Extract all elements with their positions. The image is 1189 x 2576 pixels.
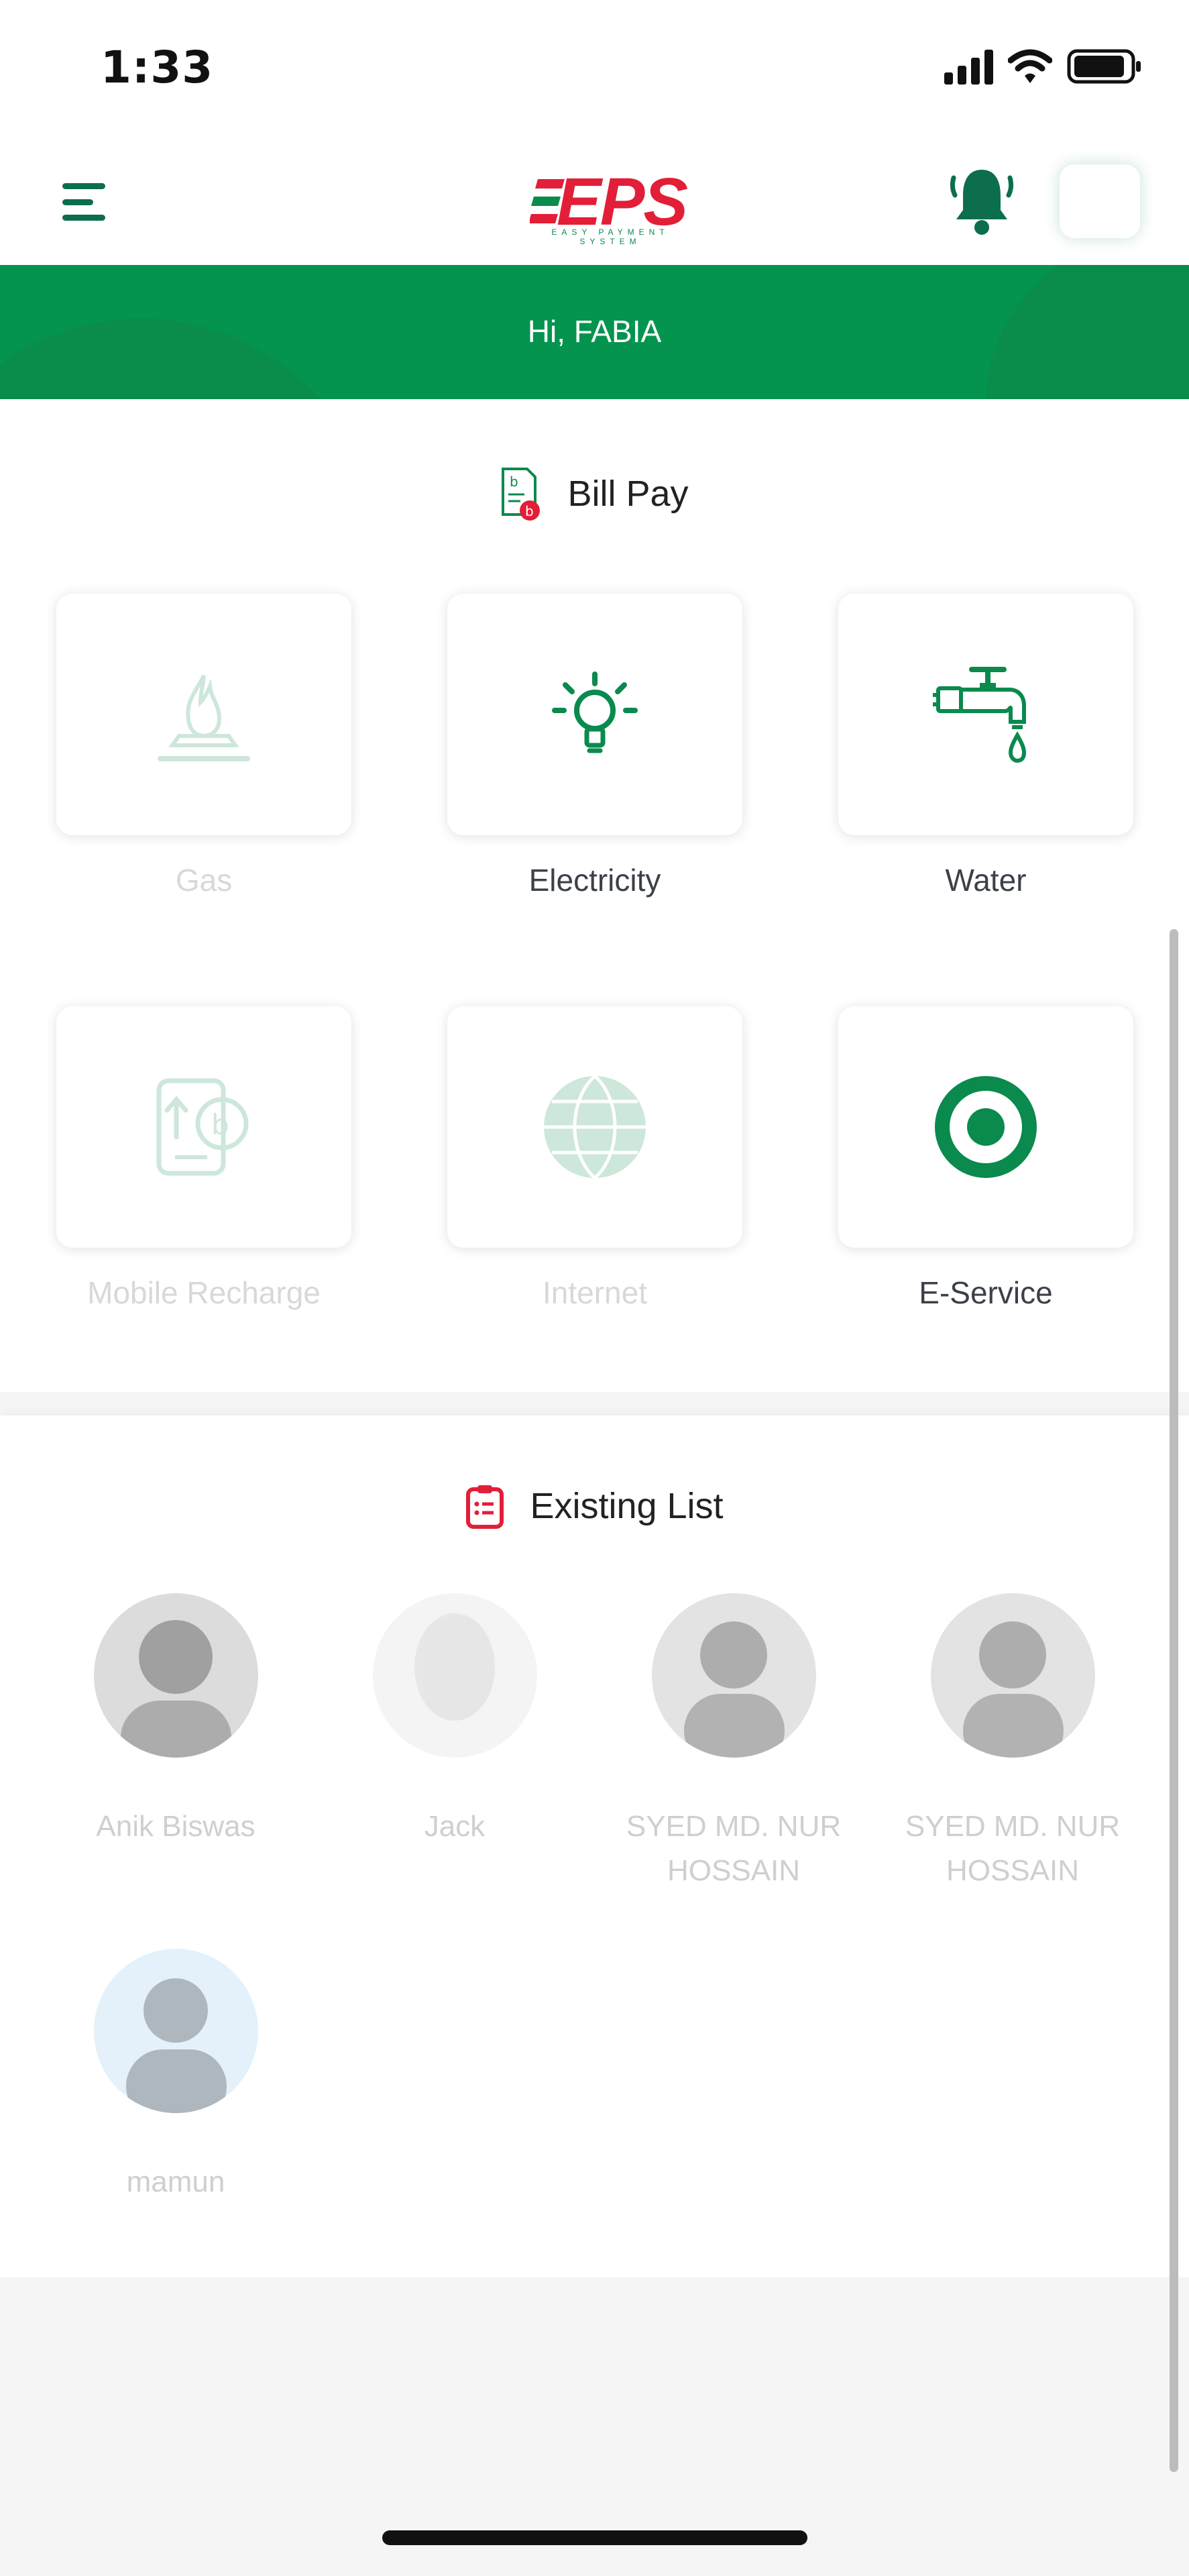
contact-name: Jack xyxy=(424,1810,486,1843)
cellular-signal-icon xyxy=(944,48,993,85)
logo-text: EPS xyxy=(557,164,688,239)
status-icons xyxy=(944,48,1142,85)
water-tap-icon xyxy=(933,667,1027,763)
electricity-tile[interactable] xyxy=(447,594,742,835)
existing-list-title-text: Existing List xyxy=(530,1486,724,1526)
mobile-recharge-label: Mobile Recharge xyxy=(87,1275,321,1310)
existing-list-section: Existing List Anik Biswas Jack SYED MD. … xyxy=(0,1415,1189,2277)
contact-name: Anik Biswas xyxy=(96,1810,256,1843)
contact-name: SYED MD. NUR HOSSAIN xyxy=(905,1810,1121,1887)
contact-item[interactable]: Anik Biswas xyxy=(48,1593,303,1849)
menu-icon[interactable] xyxy=(62,183,105,221)
bill-pay-title: b b Bill Pay xyxy=(0,466,1189,521)
app-header: EPS EASY PAYMENT SYSTEM xyxy=(0,138,1189,265)
gas-label: Gas xyxy=(175,863,233,898)
contact-avatar xyxy=(93,1949,258,2113)
internet-tile[interactable] xyxy=(447,1006,742,1248)
gas-tile[interactable] xyxy=(56,594,351,835)
notification-bell-icon[interactable] xyxy=(950,164,1014,238)
bill-pay-title-text: Bill Pay xyxy=(567,474,689,514)
water-label: Water xyxy=(945,863,1027,898)
mobile-recharge-tile[interactable]: b xyxy=(56,1006,351,1248)
gas-flame-icon xyxy=(158,674,250,761)
electricity-label: Electricity xyxy=(528,863,661,898)
svg-text:b: b xyxy=(510,474,518,490)
contact-name: mamun xyxy=(126,2165,225,2198)
vertical-scrollbar[interactable] xyxy=(1170,929,1178,2472)
contact-item[interactable]: Jack xyxy=(327,1593,582,1849)
status-bar: 1:33 xyxy=(0,0,1189,138)
eps-logo: EPS EASY PAYMENT SYSTEM xyxy=(530,164,691,246)
home-indicator[interactable] xyxy=(382,2530,807,2545)
contact-avatar xyxy=(93,1593,258,1758)
status-time: 1:33 xyxy=(101,42,214,93)
contact-name: SYED MD. NUR HOSSAIN xyxy=(626,1810,842,1887)
greeting-text: Hi, FABIA xyxy=(527,314,662,349)
contact-avatar xyxy=(930,1593,1095,1758)
contact-item[interactable]: mamun xyxy=(48,1949,303,2204)
battery-icon xyxy=(1067,49,1141,84)
clipboard-list-icon xyxy=(466,1485,504,1529)
profile-avatar[interactable] xyxy=(1060,164,1140,238)
e-service-label: E-Service xyxy=(919,1275,1053,1310)
existing-list-title: Existing List xyxy=(0,1483,1189,1529)
svg-text:b: b xyxy=(525,503,534,519)
contact-avatar xyxy=(651,1593,816,1758)
contact-avatar xyxy=(372,1593,537,1758)
lightbulb-icon xyxy=(552,672,638,753)
target-icon xyxy=(935,1076,1037,1178)
greeting-banner: Hi, FABIA xyxy=(0,265,1189,399)
bill-pay-section: b b Bill Pay Gas Electricity Water b Mob… xyxy=(0,399,1189,1392)
logo-subtitle: EASY PAYMENT SYSTEM xyxy=(551,227,669,246)
globe-icon xyxy=(544,1075,646,1179)
contact-item[interactable]: SYED MD. NUR HOSSAIN xyxy=(606,1593,861,1893)
water-tile[interactable] xyxy=(838,594,1133,835)
wifi-icon xyxy=(1008,49,1052,83)
svg-text:b: b xyxy=(211,1108,229,1141)
contact-item[interactable]: SYED MD. NUR HOSSAIN xyxy=(885,1593,1140,1893)
bill-receipt-icon: b b xyxy=(502,468,541,521)
internet-label: Internet xyxy=(543,1275,647,1310)
mobile-recharge-icon: b xyxy=(156,1078,249,1176)
e-service-tile[interactable] xyxy=(838,1006,1133,1248)
